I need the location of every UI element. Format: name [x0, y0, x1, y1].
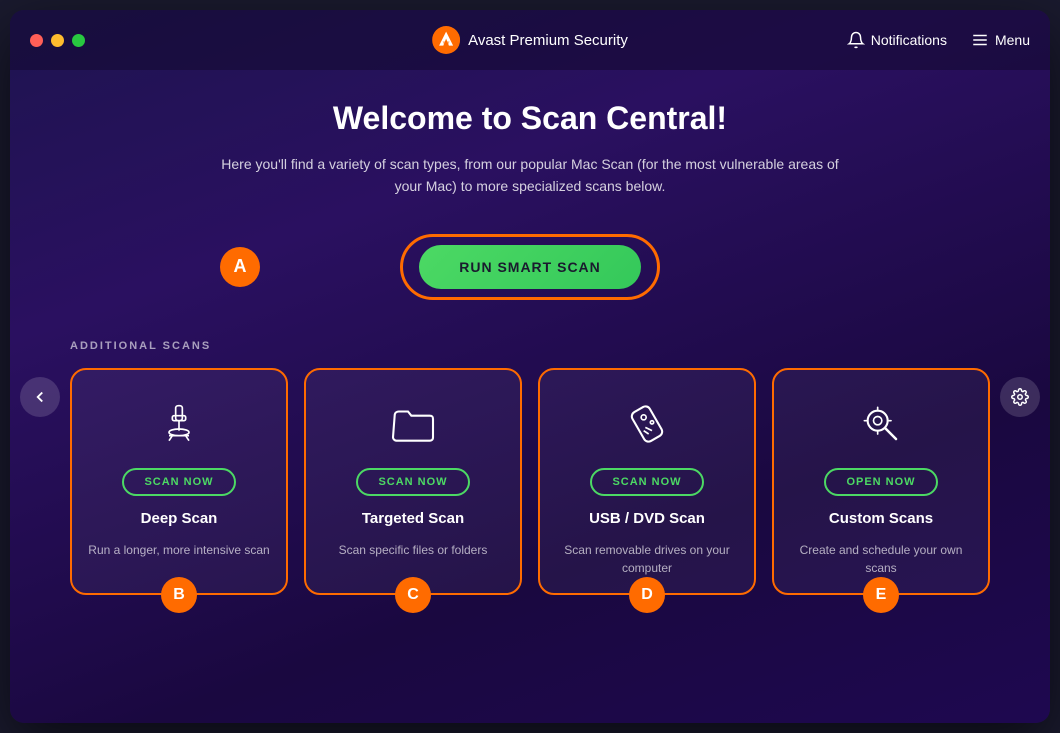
usb-scan-title: USB / DVD Scan [589, 510, 705, 527]
notifications-label: Notifications [871, 32, 947, 48]
back-button[interactable] [20, 377, 60, 417]
maximize-button[interactable] [72, 34, 85, 47]
bell-icon [847, 31, 865, 49]
traffic-lights [30, 34, 85, 47]
usb-scan-button[interactable]: SCAN NOW [590, 468, 703, 496]
targeted-scan-desc: Scan specific files or folders [339, 541, 488, 559]
targeted-scan-card[interactable]: SCAN NOW Targeted Scan Scan specific fil… [304, 368, 522, 595]
titlebar-right: Notifications Menu [847, 31, 1030, 49]
custom-scans-button[interactable]: OPEN NOW [824, 468, 937, 496]
additional-scans-label: ADDITIONAL SCANS [70, 340, 990, 352]
deep-scan-button[interactable]: SCAN NOW [122, 468, 235, 496]
smart-scan-area: A RUN SMART SCAN [70, 234, 990, 300]
back-arrow-icon [31, 388, 49, 406]
avast-logo-icon [432, 26, 460, 54]
close-button[interactable] [30, 34, 43, 47]
deep-scan-card[interactable]: SCAN NOW Deep Scan Run a longer, more in… [70, 368, 288, 595]
page-subtitle: Here you'll find a variety of scan types… [220, 153, 840, 198]
custom-scans-title: Custom Scans [829, 510, 933, 527]
badge-a: A [220, 247, 260, 287]
run-smart-scan-button[interactable]: RUN SMART SCAN [419, 245, 641, 289]
app-window: Avast Premium Security Notifications Men… [10, 10, 1050, 723]
usb-scan-desc: Scan removable drives on your computer [556, 541, 738, 577]
targeted-scan-icon [383, 394, 443, 454]
deep-scan-desc: Run a longer, more intensive scan [88, 541, 269, 559]
targeted-scan-button[interactable]: SCAN NOW [356, 468, 469, 496]
badge-e: E [863, 577, 899, 613]
scan-cards-grid: SCAN NOW Deep Scan Run a longer, more in… [70, 368, 990, 595]
smart-scan-wrapper: RUN SMART SCAN [400, 234, 660, 300]
badge-b: B [161, 577, 197, 613]
usb-scan-icon [617, 394, 677, 454]
page-title: Welcome to Scan Central! [70, 100, 990, 137]
deep-scan-icon [149, 394, 209, 454]
usb-scan-card[interactable]: SCAN NOW USB / DVD Scan Scan removable d… [538, 368, 756, 595]
custom-scans-icon [851, 394, 911, 454]
deep-scan-title: Deep Scan [141, 510, 218, 527]
minimize-button[interactable] [51, 34, 64, 47]
menu-button[interactable]: Menu [971, 31, 1030, 49]
settings-button[interactable] [1000, 377, 1040, 417]
titlebar-center: Avast Premium Security [432, 26, 628, 54]
main-content: Welcome to Scan Central! Here you'll fin… [10, 70, 1050, 723]
app-title: Avast Premium Security [468, 32, 628, 49]
notifications-button[interactable]: Notifications [847, 31, 947, 49]
custom-scans-desc: Create and schedule your own scans [790, 541, 972, 577]
titlebar: Avast Premium Security Notifications Men… [10, 10, 1050, 70]
menu-label: Menu [995, 32, 1030, 48]
menu-icon [971, 31, 989, 49]
badge-c: C [395, 577, 431, 613]
settings-icon [1011, 388, 1029, 406]
badge-d: D [629, 577, 665, 613]
custom-scans-card[interactable]: OPEN NOW Custom Scans Create and schedul… [772, 368, 990, 595]
targeted-scan-title: Targeted Scan [362, 510, 464, 527]
